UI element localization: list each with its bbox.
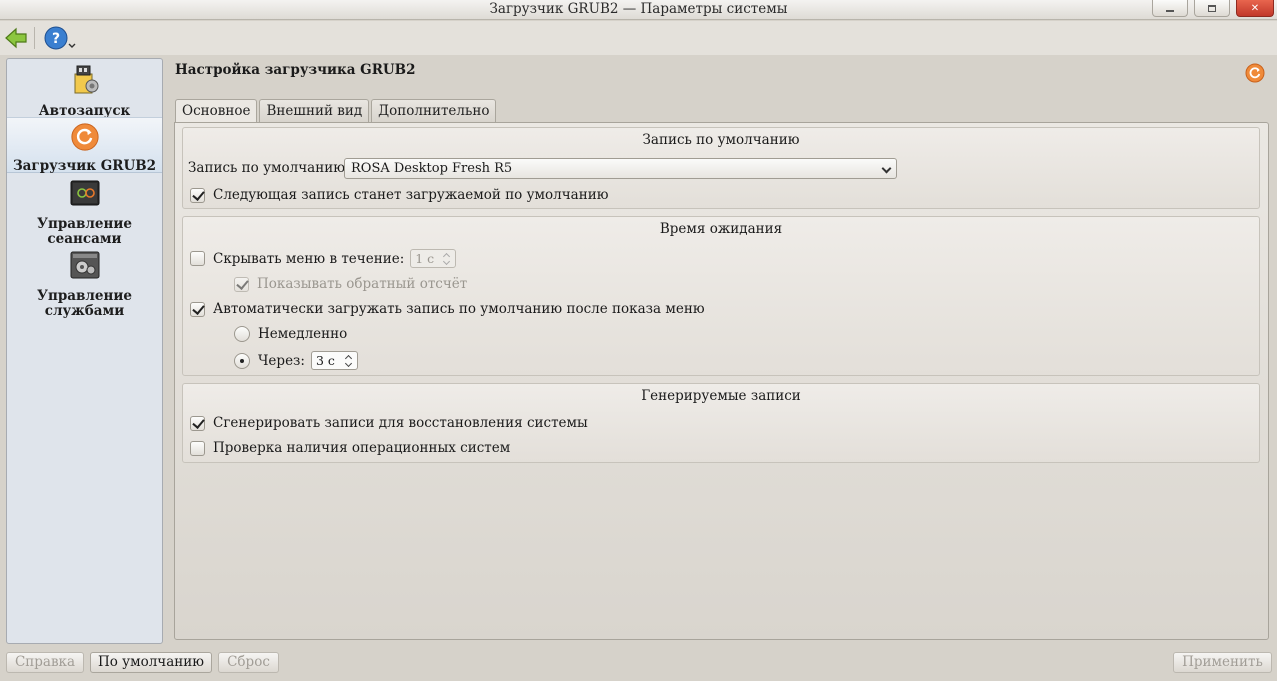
os-prober-checkbox[interactable] xyxy=(190,440,205,456)
window-title: Загрузчик GRUB2 — Параметры системы xyxy=(489,1,788,17)
sidebar-item-label-line1: Управление xyxy=(37,216,132,232)
chevron-down-icon xyxy=(881,163,892,174)
title-bar: Загрузчик GRUB2 — Параметры системы ✕ xyxy=(0,0,1277,20)
tab-basic[interactable]: Основное xyxy=(175,99,258,124)
sidebar-item-label-line2: службами xyxy=(44,303,125,319)
next-default-label: Следующая запись станет загружаемой по у… xyxy=(213,187,609,203)
recovery-checkbox[interactable] xyxy=(190,415,205,431)
recovery-row[interactable]: Сгенерировать записи для восстановления … xyxy=(190,415,588,431)
show-countdown-row[interactable]: Показывать обратный отсчёт xyxy=(234,276,467,292)
default-entry-value: ROSA Desktop Fresh R5 xyxy=(351,161,513,176)
group-title: Запись по умолчанию xyxy=(642,132,800,148)
os-prober-row[interactable]: Проверка наличия операционных систем xyxy=(190,440,510,456)
maximize-icon xyxy=(1208,4,1216,12)
default-entry-label: Запись по умолчанию: xyxy=(188,160,350,176)
after-value: 3 с xyxy=(315,353,335,368)
sidebar-item-session-management[interactable]: Управление сеансами xyxy=(7,177,162,247)
hide-menu-checkbox[interactable] xyxy=(190,251,205,266)
sidebar-item-label: Загрузчик GRUB2 xyxy=(12,158,157,174)
hide-menu-spinbox[interactable]: 1 с xyxy=(410,249,457,268)
services-gear-icon xyxy=(70,251,99,279)
sidebar-item-label-line2: сеансами xyxy=(47,231,122,247)
after-row[interactable]: Через: 3 с xyxy=(234,351,358,370)
help-icon[interactable]: ? xyxy=(44,25,76,51)
tab-appearance[interactable]: Внешний вид xyxy=(259,99,370,122)
auto-boot-label: Автоматически загружать запись по умолча… xyxy=(213,301,705,317)
spin-arrows-icon xyxy=(443,252,451,266)
toolbar-separator xyxy=(34,27,35,49)
back-arrow-icon[interactable] xyxy=(4,26,28,50)
svg-text:?: ? xyxy=(52,31,60,47)
defaults-button[interactable]: По умолчанию xyxy=(90,652,212,673)
refresh-icon[interactable] xyxy=(1245,63,1265,83)
default-entry-select[interactable]: ROSA Desktop Fresh R5 xyxy=(344,158,897,179)
auto-boot-row[interactable]: Автоматически загружать запись по умолча… xyxy=(190,301,705,317)
spin-arrows-icon xyxy=(345,354,353,368)
help-button[interactable]: Справка xyxy=(6,652,84,673)
after-radio[interactable] xyxy=(234,352,250,369)
tab-advanced[interactable]: Дополнительно xyxy=(371,99,497,122)
sidebar-item-autostart[interactable]: Автозапуск xyxy=(7,64,162,119)
toolbar: ? xyxy=(0,21,1277,55)
group-title: Генерируемые записи xyxy=(641,388,801,404)
after-label: Через: xyxy=(258,352,305,369)
minimize-icon xyxy=(1166,10,1174,12)
window-controls: ✕ xyxy=(1152,0,1274,17)
tab-bar: Основное Внешний вид Дополнительно xyxy=(175,99,498,124)
sidebar: Автозапуск Загрузчик GRUB2 Управление се… xyxy=(6,58,163,644)
apply-button[interactable]: Применить xyxy=(1173,652,1272,673)
close-icon: ✕ xyxy=(1250,2,1260,14)
page-title: Настройка загрузчика GRUB2 xyxy=(175,62,416,78)
show-countdown-checkbox[interactable] xyxy=(234,276,249,292)
recovery-label: Сгенерировать записи для восстановления … xyxy=(213,415,588,431)
next-default-row[interactable]: Следующая запись станет загружаемой по у… xyxy=(190,187,608,203)
hide-menu-label: Скрывать меню в течение: xyxy=(213,250,405,267)
group-title: Время ожидания xyxy=(659,221,783,237)
autostart-icon xyxy=(74,65,98,94)
minimize-button[interactable] xyxy=(1152,0,1188,17)
show-countdown-label: Показывать обратный отсчёт xyxy=(257,276,468,292)
os-prober-label: Проверка наличия операционных систем xyxy=(213,440,511,456)
default-entry-label-text: Запись по умолчанию: xyxy=(188,160,350,176)
sidebar-item-service-management[interactable]: Управление службами xyxy=(7,249,162,319)
hide-menu-row[interactable]: Скрывать меню в течение: 1 с xyxy=(190,249,457,268)
maximize-button[interactable] xyxy=(1194,0,1230,17)
sidebar-item-label-line1: Управление xyxy=(37,288,132,304)
hide-menu-value: 1 с xyxy=(415,251,435,266)
session-power-icon xyxy=(70,180,99,206)
close-button[interactable]: ✕ xyxy=(1236,0,1274,17)
after-spinbox[interactable]: 3 с xyxy=(310,351,358,370)
immediately-label: Немедленно xyxy=(258,326,348,342)
auto-boot-checkbox[interactable] xyxy=(190,301,205,317)
grub-refresh-icon xyxy=(70,123,99,151)
immediately-radio[interactable] xyxy=(234,326,250,342)
sidebar-item-grub2[interactable]: Загрузчик GRUB2 xyxy=(7,117,162,174)
immediately-row[interactable]: Немедленно xyxy=(234,326,347,342)
reset-button[interactable]: Сброс xyxy=(218,652,279,673)
next-default-checkbox[interactable] xyxy=(190,187,205,203)
